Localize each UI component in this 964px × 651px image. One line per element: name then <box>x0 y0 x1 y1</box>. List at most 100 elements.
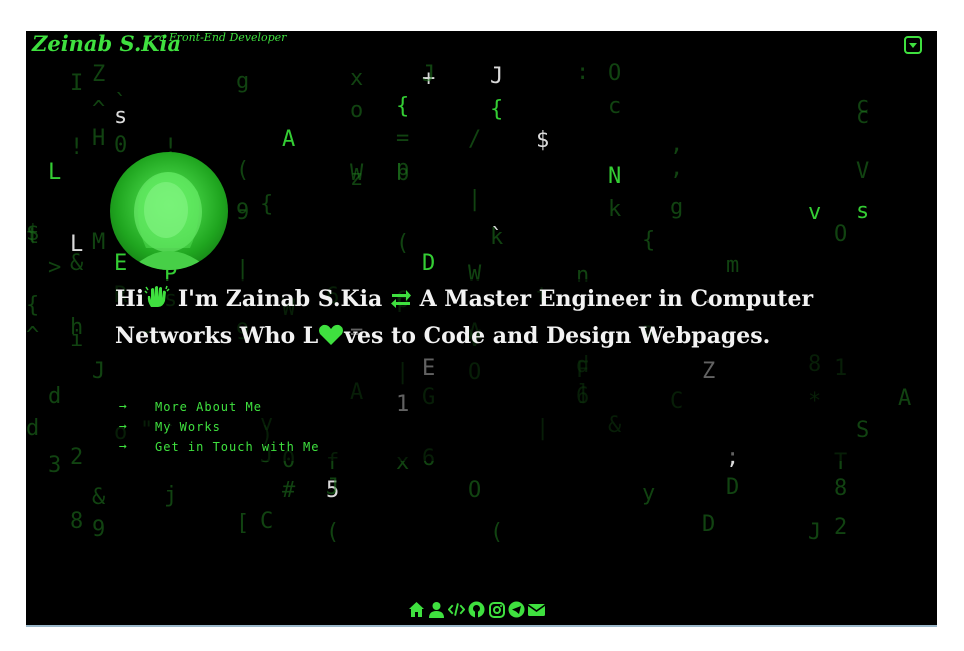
matrix-glyph: y <box>642 481 656 506</box>
matrix-glyph: d <box>26 416 40 441</box>
matrix-glyph: = <box>396 126 410 151</box>
matrix-glyph: c <box>856 93 870 118</box>
matrix-glyph: J <box>92 359 106 384</box>
matrix-glyph: A <box>898 386 912 411</box>
matrix-glyph: { <box>26 293 40 318</box>
matrix-glyph: V <box>856 159 870 184</box>
matrix-glyph: ( <box>236 158 250 183</box>
matrix-glyph: , <box>670 132 684 157</box>
matrix-glyph: J <box>490 64 504 89</box>
link-more-about-me[interactable]: ➞ More About Me <box>119 397 320 417</box>
matrix-glyph: J <box>422 62 436 87</box>
arrow-right-icon: ➞ <box>119 439 127 455</box>
link-label[interactable]: Get in Touch with Me <box>155 440 320 454</box>
matrix-glyph: , <box>670 156 684 181</box>
matrix-glyph: I <box>70 71 84 96</box>
heart-icon <box>318 322 344 356</box>
profile-avatar <box>110 152 228 270</box>
matrix-glyph: ( <box>490 520 504 545</box>
matrix-glyph: O <box>468 478 482 503</box>
matrix-glyph: # <box>282 478 296 503</box>
matrix-glyph: C <box>260 509 274 534</box>
instagram-icon[interactable] <box>488 601 505 618</box>
matrix-glyph: S <box>856 418 870 443</box>
matrix-glyph: D <box>702 512 716 537</box>
matrix-glyph: ( <box>396 231 410 256</box>
matrix-glyph: h <box>70 315 84 340</box>
matrix-glyph: 2 <box>70 445 84 470</box>
matrix-glyph: { <box>642 228 656 253</box>
matrix-glyph: ( <box>326 520 340 545</box>
matrix-glyph: J <box>808 520 822 545</box>
matrix-glyph: o <box>350 98 364 123</box>
page-viewport: + Zx I Jg: J O{` c ^ c o c s{/0 A!! = $, Hp L N V Wz b(, - v s g… <box>26 31 937 625</box>
matrix-glyph: | <box>468 187 482 212</box>
home-icon[interactable] <box>408 601 425 618</box>
matrix-glyph: ! <box>70 135 84 160</box>
matrix-glyph: 2 <box>834 515 848 540</box>
email-icon[interactable] <box>528 601 545 618</box>
matrix-glyph: E <box>114 251 128 276</box>
matrix-glyph: ^ <box>92 97 106 122</box>
matrix-glyph: j <box>164 483 178 508</box>
footer-nav <box>408 601 545 618</box>
matrix-glyph: 3 <box>48 453 62 478</box>
matrix-glyph: ^ <box>26 323 40 348</box>
site-tagline: a Front-End Developer <box>159 31 287 44</box>
link-get-in-touch[interactable]: ➞ Get in Touch with Me <box>119 437 320 457</box>
link-label[interactable]: More About Me <box>155 400 262 414</box>
matrix-glyph: & <box>92 485 106 510</box>
matrix-glyph: k <box>490 225 504 250</box>
matrix-glyph: Z <box>92 62 106 87</box>
intro-name: I'm Zainab S.Kia <box>170 286 390 312</box>
arrow-right-icon: ➞ <box>119 399 127 415</box>
user-icon[interactable] <box>428 601 445 618</box>
caret-square-down-icon[interactable] <box>904 36 922 54</box>
intro-links: ➞ More About Me ➞ My Works ➞ Get in Touc… <box>119 397 320 457</box>
link-label[interactable]: My Works <box>155 420 221 434</box>
matrix-glyph: : <box>576 60 590 85</box>
matrix-glyph: > <box>48 255 62 280</box>
matrix-glyph: N <box>608 164 622 189</box>
matrix-glyph: [ <box>236 511 250 536</box>
matrix-glyph: M <box>92 230 106 255</box>
matrix-glyph: m <box>726 253 740 278</box>
matrix-glyph: g <box>236 69 250 94</box>
matrix-glyph: O <box>834 222 848 247</box>
matrix-glyph: b <box>396 161 410 186</box>
intro-heading: Hi I'm Zainab S.Kia A Master Engineer in… <box>115 282 815 356</box>
matrix-glyph: { <box>260 192 274 217</box>
matrix-glyph: c <box>608 94 622 119</box>
matrix-glyph: 9 <box>236 200 250 225</box>
matrix-glyph: | <box>236 257 250 282</box>
matrix-glyph: v <box>808 200 822 225</box>
matrix-glyph: H <box>92 126 106 151</box>
matrix-glyph: D <box>726 475 740 500</box>
matrix-glyph: x <box>350 66 364 91</box>
arrow-right-icon: ➞ <box>119 419 127 435</box>
matrix-glyph: z <box>350 166 364 191</box>
hand-wave-icon <box>144 285 170 319</box>
link-my-works[interactable]: ➞ My Works <box>119 417 320 437</box>
matrix-glyph: J <box>326 475 340 500</box>
telegram-icon[interactable] <box>508 601 525 618</box>
intro-hi: Hi <box>115 286 145 312</box>
matrix-glyph: d <box>48 384 62 409</box>
matrix-glyph: { <box>490 97 504 122</box>
github-icon[interactable] <box>468 601 485 618</box>
matrix-glyph: g <box>670 195 684 220</box>
matrix-glyph: 9 <box>92 517 106 542</box>
matrix-glyph: $ <box>536 128 550 153</box>
code-icon[interactable] <box>448 601 465 618</box>
matrix-glyph: 8 <box>70 509 84 534</box>
matrix-glyph: O <box>608 61 622 86</box>
matrix-glyph: 0 <box>114 133 128 158</box>
exchange-arrows-icon <box>390 285 412 319</box>
matrix-glyph: D <box>422 251 436 276</box>
matrix-glyph: { <box>396 94 410 119</box>
intro-tail: ves to Code and Design Webpages. <box>344 323 771 349</box>
page-bottom-border <box>26 625 937 627</box>
matrix-glyph: s <box>114 104 128 129</box>
matrix-glyph: s <box>856 199 870 224</box>
matrix-glyph: 8 <box>834 476 848 501</box>
